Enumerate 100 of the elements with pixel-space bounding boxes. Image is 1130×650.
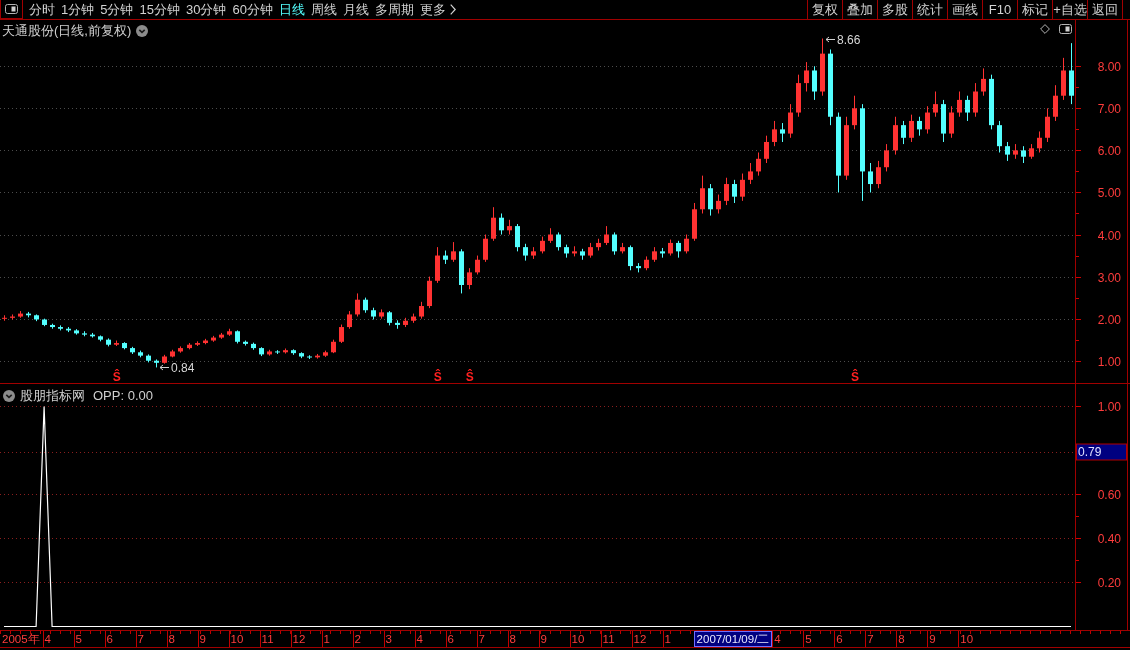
candle <box>467 267 472 290</box>
toolbar-button[interactable]: +自选 <box>1052 0 1087 19</box>
period-tab[interactable]: 30分钟 <box>183 0 229 19</box>
candle <box>997 120 1002 153</box>
period-tab[interactable]: 周线 <box>308 0 339 19</box>
panel-icon[interactable] <box>1059 24 1072 34</box>
time-axis-label: 1 <box>321 631 353 647</box>
period-tab[interactable]: 1分钟 <box>59 0 97 19</box>
crosshair-value-label: 0.79 <box>1076 443 1127 461</box>
annotation: 8.66 <box>837 32 861 47</box>
candle <box>459 248 464 294</box>
axis-label: 0.20 <box>1097 575 1121 590</box>
time-axis-label: 6 <box>104 631 136 647</box>
candle <box>933 91 938 118</box>
toolbar-button[interactable]: 标记 <box>1017 0 1052 19</box>
candle <box>580 248 585 261</box>
candle <box>989 74 994 130</box>
candle <box>756 152 761 177</box>
period-tab[interactable]: 分时 <box>27 0 57 19</box>
candle <box>170 349 175 358</box>
candle <box>74 328 79 336</box>
axis-label: 7.00 <box>1097 101 1121 116</box>
period-tab[interactable]: 5分钟 <box>98 0 136 19</box>
toolbar-button[interactable]: 叠加 <box>842 0 877 19</box>
candle <box>620 242 625 254</box>
candle <box>435 246 440 284</box>
candle <box>219 332 224 340</box>
period-tab[interactable]: 60分钟 <box>230 0 275 19</box>
toolbar-button[interactable]: 画线 <box>947 0 982 19</box>
candle <box>515 223 520 252</box>
candle <box>2 314 7 322</box>
chevron-down-icon[interactable] <box>3 389 15 402</box>
price-annotation: 8.66 <box>825 32 861 47</box>
candle <box>146 353 151 363</box>
time-axis-label: 8 <box>166 631 198 647</box>
time-axis-label: 6 <box>445 631 477 647</box>
period-tab[interactable]: 日线 <box>276 0 307 19</box>
candle <box>1045 107 1050 143</box>
toolbar-button[interactable]: 返回 <box>1087 0 1123 19</box>
time-axis-label: 7 <box>865 631 897 647</box>
toolbar-button[interactable]: 统计 <box>912 0 947 19</box>
candle <box>772 120 777 147</box>
candle <box>491 206 496 242</box>
candle <box>1029 143 1034 160</box>
candle <box>227 328 232 337</box>
chevron-down-icon[interactable] <box>136 24 149 37</box>
candle <box>868 162 873 193</box>
time-axis-label: 8 <box>507 631 539 647</box>
time-axis-label: 5 <box>73 631 105 647</box>
time-axis-label: 12 <box>290 631 322 647</box>
candle <box>1013 143 1018 160</box>
axis-label: 8.00 <box>1097 59 1121 74</box>
axis-label: 1.00 <box>1097 399 1121 414</box>
candle <box>676 240 681 259</box>
candle <box>660 247 665 259</box>
panel-icon <box>5 4 18 14</box>
signal-marker: Ŝ <box>112 370 121 383</box>
period-tab[interactable]: 月线 <box>340 0 371 19</box>
candle <box>251 342 256 351</box>
candle <box>820 38 825 97</box>
candle <box>909 114 914 143</box>
candle <box>178 345 183 354</box>
candle <box>50 323 55 330</box>
toolbar-button[interactable]: 复权 <box>807 0 842 19</box>
candle <box>644 255 649 271</box>
candle <box>82 330 87 337</box>
chart-title: 天通股份(日线,前复权) <box>2 22 132 40</box>
time-axis-label: 10 <box>228 631 260 647</box>
candle <box>355 292 360 318</box>
candle <box>379 308 384 320</box>
indicator-reading: OPP: 0.00 <box>93 387 153 405</box>
candle <box>804 61 809 92</box>
toolbar-button[interactable]: F10 <box>982 0 1017 19</box>
panel-button[interactable] <box>0 0 23 19</box>
candle <box>243 340 248 347</box>
candle <box>42 318 47 327</box>
candle <box>1061 57 1066 101</box>
candle <box>267 349 272 357</box>
candle <box>138 350 143 358</box>
candle <box>652 246 657 263</box>
candle <box>692 202 697 242</box>
candle <box>604 225 609 246</box>
crosshair-date-label: 2007/01/09/二 <box>693 631 773 647</box>
diamond-icon[interactable] <box>1040 24 1050 34</box>
candle <box>331 339 336 354</box>
period-tab[interactable]: 15分钟 <box>137 0 182 19</box>
candle <box>572 245 577 257</box>
time-axis-label: 7 <box>135 631 167 647</box>
candle <box>98 334 103 342</box>
candle <box>812 65 817 101</box>
period-tab[interactable]: 更多 <box>417 0 458 19</box>
period-tab[interactable]: 多周期 <box>372 0 416 19</box>
candle <box>716 194 721 214</box>
candle <box>917 116 922 137</box>
candle <box>10 313 15 320</box>
candle <box>499 213 504 235</box>
toolbar-button[interactable]: 多股 <box>877 0 912 19</box>
candle <box>668 239 673 257</box>
candle <box>363 297 368 314</box>
candle <box>612 231 617 256</box>
